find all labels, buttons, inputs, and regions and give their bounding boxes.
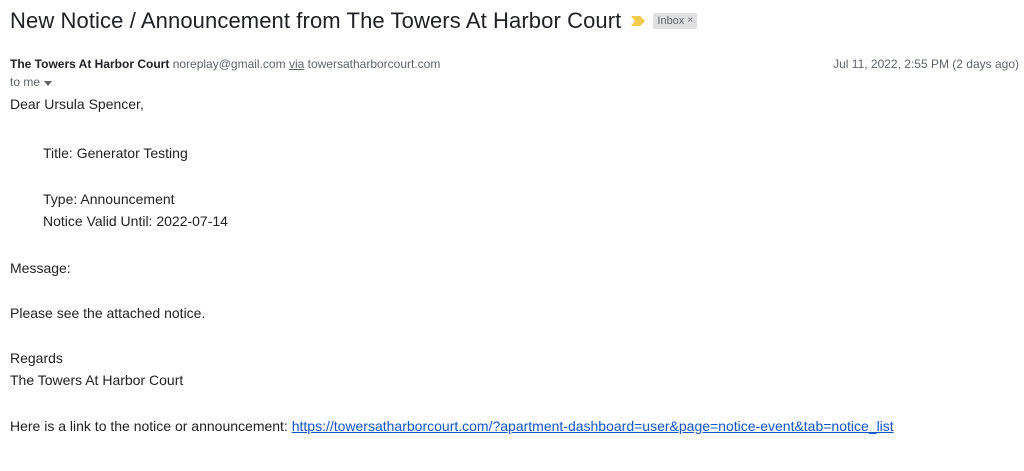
sender-email: noreplay@gmail.com — [172, 57, 286, 71]
signature: The Towers At Harbor Court — [10, 372, 184, 388]
greeting: Dear Ursula Spencer, — [10, 96, 144, 112]
subject-row: New Notice / Announcement from The Tower… — [10, 4, 698, 38]
message-label: Message: — [10, 260, 71, 276]
notice-valid-until: Notice Valid Until: 2022-07-14 — [43, 213, 228, 229]
notice-link[interactable]: https://towersatharborcourt.com/?apartme… — [292, 418, 894, 434]
via-link[interactable]: via — [289, 57, 304, 71]
inbox-label-text: Inbox — [657, 15, 685, 27]
chevron-down-icon — [44, 75, 53, 89]
recipients-label: to me — [10, 75, 41, 89]
link-intro: Here is a link to the notice or announce… — [10, 418, 288, 434]
importance-marker-icon[interactable] — [631, 16, 646, 26]
inbox-label-chip: Inbox × — [653, 13, 698, 29]
remove-label-icon[interactable]: × — [687, 14, 693, 28]
notice-type: Type: Announcement — [43, 191, 175, 207]
message-text: Please see the attached notice. — [10, 305, 206, 321]
sender-name[interactable]: The Towers At Harbor Court — [10, 57, 169, 71]
sender-row: The Towers At Harbor Court noreplay@gmai… — [10, 57, 440, 71]
email-date: Jul 11, 2022, 2:55 PM (2 days ago) — [833, 57, 1019, 71]
link-line: Here is a link to the notice or announce… — [10, 418, 894, 434]
recipients-dropdown[interactable]: to me — [10, 75, 53, 89]
notice-title: Title: Generator Testing — [43, 145, 188, 161]
via-domain: towersatharborcourt.com — [307, 57, 441, 71]
regards: Regards — [10, 350, 63, 366]
email-subject: New Notice / Announcement from The Tower… — [10, 8, 622, 33]
